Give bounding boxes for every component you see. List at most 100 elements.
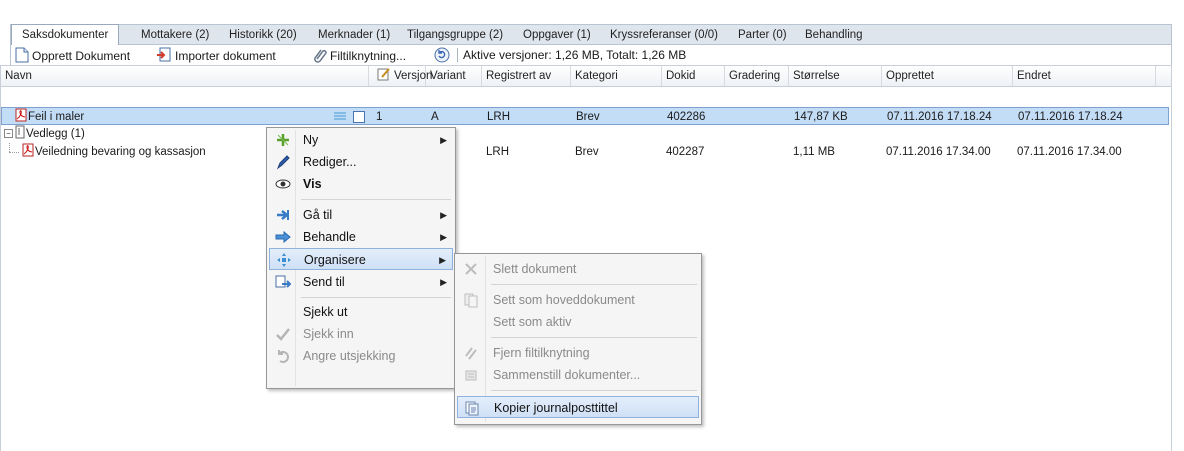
grid-header: Navn Versjon Variant Registrert av Kateg… xyxy=(1,65,1171,87)
row-created: 07.11.2016 17.34.00 xyxy=(886,146,991,158)
menu-item-sammenstill-dokumenter[interactable]: Sammenstill dokumenter... xyxy=(457,364,699,386)
send-icon xyxy=(275,275,291,288)
menu-separator xyxy=(491,390,697,391)
new-document-icon xyxy=(15,47,29,63)
undo-icon xyxy=(278,350,289,363)
menu-item-label: Sett som aktiv xyxy=(493,315,572,329)
column-versjon[interactable]: Versjon xyxy=(369,66,432,86)
column-kategori[interactable]: Kategori xyxy=(571,66,662,86)
menu-item-label: Ny xyxy=(303,133,319,147)
row-dokid: 402286 xyxy=(667,111,706,123)
menu-item-sett-som-aktiv[interactable]: Sett som aktiv xyxy=(457,311,699,333)
menu-item-sjekk-ut[interactable]: Sjekk ut xyxy=(269,301,453,323)
refresh-button[interactable] xyxy=(434,47,453,63)
row-size: 147,87 KB xyxy=(794,111,848,123)
tab-behandling[interactable]: Behandling xyxy=(805,25,863,45)
menu-item-label: Kopier journalposttittel xyxy=(494,401,618,415)
tab-parter[interactable]: Parter (0) xyxy=(738,25,787,45)
goto-icon xyxy=(277,210,290,220)
row-changed: 07.11.2016 17.18.24 xyxy=(1018,111,1123,123)
organize-submenu: Slett dokument Sett som hoveddokument Se… xyxy=(454,253,702,425)
row-changed: 07.11.2016 17.34.00 xyxy=(1017,146,1122,158)
menu-item-label: Gå til xyxy=(303,208,333,222)
submenu-arrow-icon: ▶ xyxy=(440,277,447,287)
row-registered-by: LRH xyxy=(486,146,510,158)
menu-item-label: Rediger... xyxy=(303,155,357,169)
create-document-label: Opprett Dokument xyxy=(32,49,131,63)
column-dokid[interactable]: Dokid xyxy=(662,66,725,86)
row-registered-by: LRH xyxy=(487,111,511,123)
menu-item-ny[interactable]: Ny ▶ xyxy=(269,129,453,151)
attachment-icon xyxy=(15,125,25,139)
column-endret[interactable]: Endret xyxy=(1013,66,1156,86)
file-link-button[interactable]: Filtilknytning... xyxy=(313,47,406,63)
row-version: 1 xyxy=(376,111,383,123)
menu-item-ga-til[interactable]: Gå til ▶ xyxy=(269,204,453,226)
submenu-arrow-icon: ▶ xyxy=(440,210,447,220)
tab-historikk[interactable]: Historikk (20) xyxy=(229,25,297,45)
note-icon xyxy=(334,112,346,120)
file-link-label: Filtilknytning... xyxy=(330,49,407,63)
tab-saksdokumenter[interactable]: Saksdokumenter xyxy=(11,24,120,45)
menu-item-organisere[interactable]: Organisere ▶ xyxy=(269,248,453,270)
tab-oppgaver[interactable]: Oppgaver (1) xyxy=(523,25,591,45)
row-category: Brev xyxy=(575,146,599,158)
submenu-arrow-icon: ▶ xyxy=(440,135,447,145)
import-document-label: Importer dokument xyxy=(175,49,276,63)
process-icon xyxy=(275,230,291,244)
import-document-button[interactable]: Importer dokument xyxy=(156,47,276,63)
column-variant[interactable]: Variant xyxy=(426,66,482,86)
collapse-toggle[interactable]: − xyxy=(4,129,13,138)
tab-tilgangsgruppe[interactable]: Tilgangsgruppe (2) xyxy=(407,25,503,45)
delete-icon xyxy=(465,263,477,275)
paperclip-icon xyxy=(314,49,327,63)
column-opprettet[interactable]: Opprettet xyxy=(882,66,1013,86)
table-row[interactable]: Veiledning bevaring og kassasjon LRH Bre… xyxy=(1,143,1169,161)
menu-separator xyxy=(491,284,697,285)
column-storrelse[interactable]: Størrelse xyxy=(789,66,882,86)
merge-icon xyxy=(465,370,477,381)
import-icon xyxy=(157,47,171,62)
menu-item-label: Organisere xyxy=(304,253,366,267)
eye-icon xyxy=(275,179,291,189)
list-item[interactable]: − Vedlegg (1) xyxy=(1,125,1169,143)
menu-item-sett-som-hoveddokument[interactable]: Sett som hoveddokument xyxy=(457,289,699,311)
pencil-icon xyxy=(276,155,290,170)
menu-item-label: Vis xyxy=(303,177,322,191)
tree-line xyxy=(9,143,11,152)
create-document-button[interactable]: Opprett Dokument xyxy=(15,47,130,63)
menu-item-vis[interactable]: Vis xyxy=(269,173,453,195)
row-name: Veiledning bevaring og kassasjon xyxy=(21,143,206,159)
version-checkbox[interactable] xyxy=(353,111,365,123)
menu-item-kopier-journalposttittel[interactable]: Kopier journalposttittel xyxy=(457,396,699,418)
menu-item-label: Sammenstill dokumenter... xyxy=(493,368,641,382)
menu-item-angre-utsjekking[interactable]: Angre utsjekking xyxy=(269,345,453,367)
row-category: Brev xyxy=(576,111,600,123)
menu-item-fjern-filtilknytning[interactable]: Fjern filtilknytning xyxy=(457,342,699,364)
row-variant: A xyxy=(431,111,439,123)
table-row[interactable]: Feil i maler 1 A LRH Brev 402286 147,87 … xyxy=(1,107,1169,125)
row-size: 1,11 MB xyxy=(793,146,835,158)
column-gradering[interactable]: Gradering xyxy=(725,66,789,86)
menu-item-sjekk-inn[interactable]: Sjekk inn xyxy=(269,323,453,345)
unlink-icon xyxy=(465,347,477,360)
attachment-folder: Vedlegg (1) xyxy=(14,125,85,141)
tab-kryssreferanser[interactable]: Kryssreferanser (0/0) xyxy=(610,25,718,45)
tab-mottakere[interactable]: Mottakere (2) xyxy=(141,25,209,45)
menu-item-behandle[interactable]: Behandle ▶ xyxy=(269,226,453,248)
submenu-arrow-icon: ▶ xyxy=(439,255,446,265)
menu-item-send-til[interactable]: Send til ▶ xyxy=(269,271,453,293)
menu-item-slett-dokument[interactable]: Slett dokument xyxy=(457,258,699,280)
tab-merknader[interactable]: Merknader (1) xyxy=(318,25,390,45)
menu-item-rediger[interactable]: Rediger... xyxy=(269,151,453,173)
menu-item-label: Behandle xyxy=(303,230,356,244)
menu-item-label: Fjern filtilknytning xyxy=(493,346,590,360)
row-dokid: 402287 xyxy=(666,146,705,158)
column-navn[interactable]: Navn xyxy=(1,66,369,86)
menu-item-label: Sett som hoveddokument xyxy=(493,293,635,307)
attachment-folder-label: Vedlegg (1) xyxy=(26,128,85,140)
column-registrert-av[interactable]: Registrert av xyxy=(482,66,571,86)
menu-item-label: Angre utsjekking xyxy=(303,349,396,363)
menu-item-label: Sjekk inn xyxy=(303,327,354,341)
tree-line xyxy=(9,152,19,154)
